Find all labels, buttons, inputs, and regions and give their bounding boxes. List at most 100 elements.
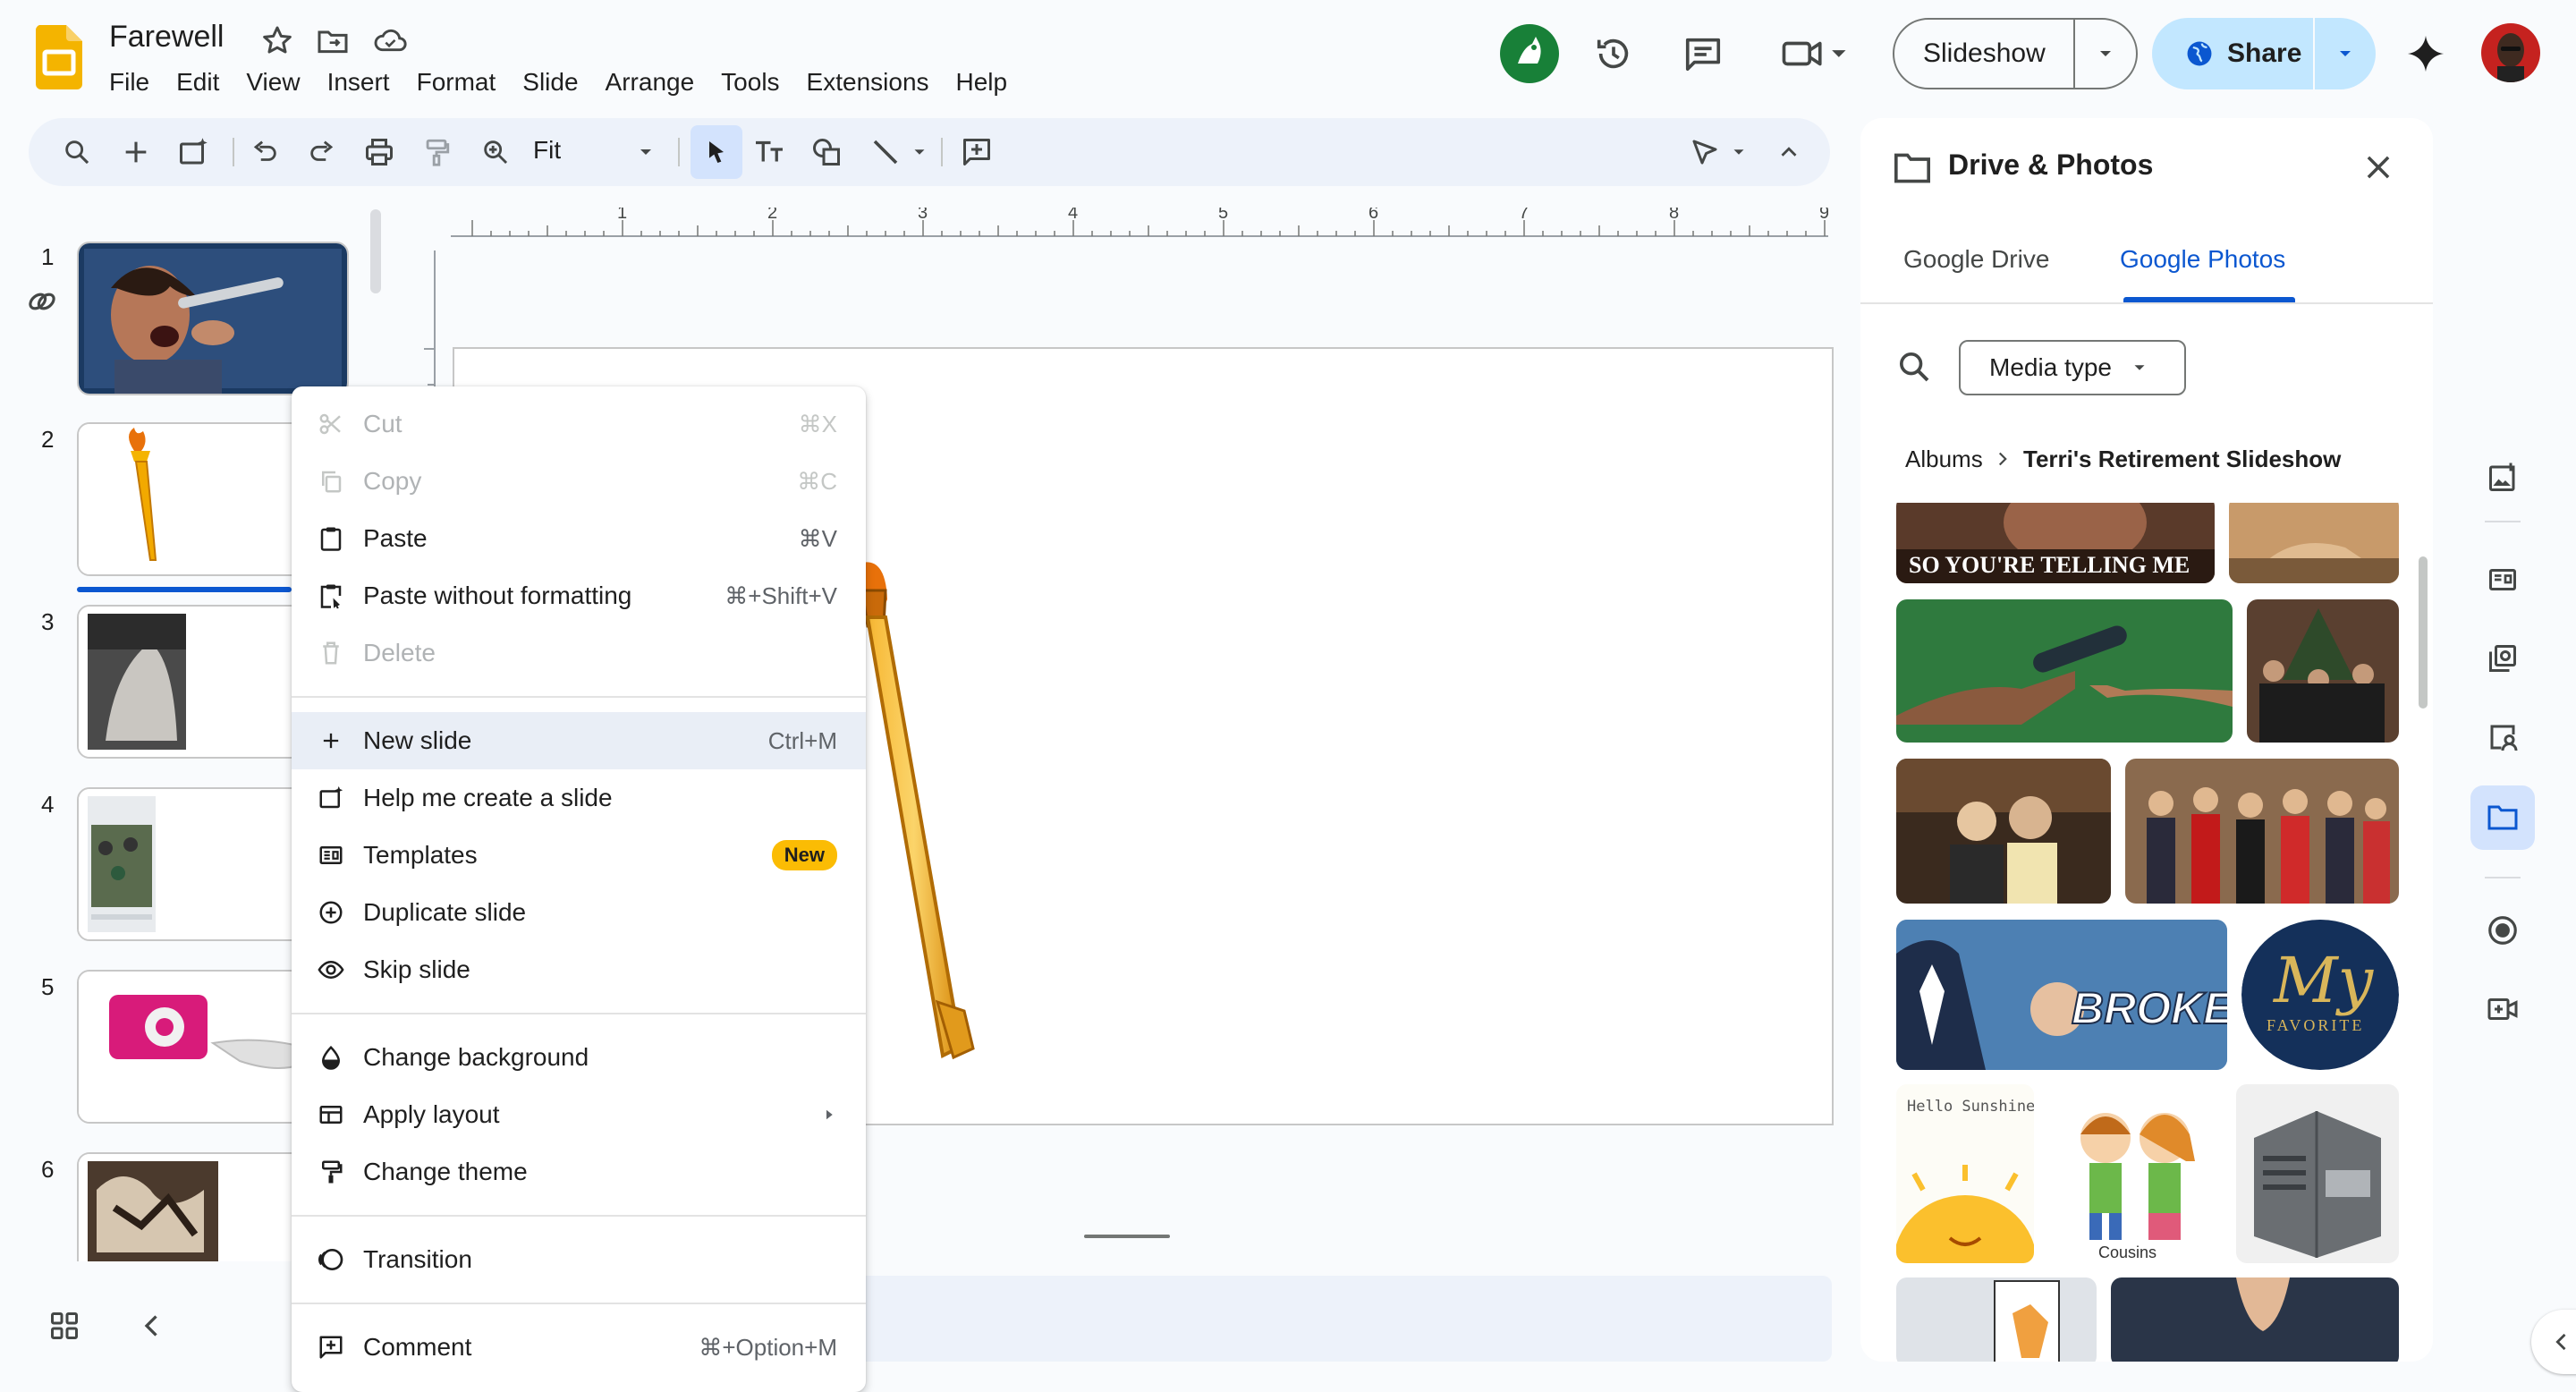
video-add-icon[interactable]: [2478, 984, 2528, 1034]
menu-item-skip-slide[interactable]: Skip slide: [292, 941, 866, 998]
menu-item-cut[interactable]: Cut ⌘X: [292, 395, 866, 453]
close-icon[interactable]: [2361, 150, 2395, 189]
tab-google-photos[interactable]: Google Photos: [2120, 245, 2285, 274]
menu-view[interactable]: View: [233, 64, 313, 100]
horizontal-ruler[interactable]: 1 2 3 4 5 6 7 8 9: [451, 208, 1828, 240]
photo-map[interactable]: [1896, 1277, 2097, 1362]
layers-icon[interactable]: [2478, 633, 2528, 683]
account-avatar[interactable]: [2481, 23, 2540, 82]
photo-group-party[interactable]: [2247, 599, 2399, 743]
line-icon[interactable]: [864, 131, 907, 174]
share-dropdown-icon[interactable]: [2315, 43, 2376, 64]
breadcrumb-albums[interactable]: Albums: [1905, 446, 1983, 473]
photo-telling-me[interactable]: SO YOU'RE TELLING ME: [1896, 503, 2215, 583]
menu-item-help-me-create[interactable]: Help me create a slide: [292, 769, 866, 827]
menu-insert[interactable]: Insert: [314, 64, 403, 100]
tab-google-drive[interactable]: Google Drive: [1903, 245, 2049, 274]
menu-arrange[interactable]: Arrange: [592, 64, 708, 100]
menu-edit[interactable]: Edit: [163, 64, 233, 100]
grid-view-icon[interactable]: [48, 1310, 80, 1346]
comments-icon[interactable]: [1678, 29, 1728, 79]
record-icon[interactable]: [2478, 905, 2528, 955]
photo-hello-sunshine[interactable]: Hello Sunshine!: [1896, 1084, 2034, 1263]
menu-item-shortcut: ⌘V: [798, 524, 837, 552]
search-icon[interactable]: [1896, 349, 1932, 389]
drive-photos-rail-icon[interactable]: [2470, 785, 2535, 850]
document-title[interactable]: Farewell: [109, 20, 224, 55]
move-to-folder-icon[interactable]: [315, 23, 351, 59]
photo-broker[interactable]: BROKER: [1896, 920, 2227, 1070]
menu-file[interactable]: File: [109, 64, 163, 100]
line-dropdown-icon[interactable]: [903, 131, 936, 174]
ai-new-slide-icon[interactable]: [172, 131, 215, 174]
print-icon[interactable]: [358, 131, 401, 174]
slideshow-label[interactable]: Slideshow: [1894, 20, 2075, 88]
menu-item-copy[interactable]: Copy ⌘C: [292, 453, 866, 510]
menu-item-change-background[interactable]: Change background: [292, 1029, 866, 1086]
photo-hand-dark[interactable]: [2111, 1277, 2399, 1362]
zoom-dropdown-icon[interactable]: [624, 131, 667, 174]
collapse-toolbar-icon[interactable]: [1767, 131, 1810, 174]
templates-rail-icon[interactable]: [2478, 555, 2528, 605]
menu-item-comment[interactable]: Comment ⌘+Option+M: [292, 1319, 866, 1376]
filmstrip-scrollbar[interactable]: [370, 209, 381, 293]
star-icon[interactable]: [259, 23, 295, 59]
photo-baton-pass[interactable]: [1896, 599, 2233, 743]
slideshow-button[interactable]: Slideshow: [1893, 18, 2138, 89]
new-slide-plus-icon[interactable]: [114, 131, 157, 174]
menu-item-new-slide[interactable]: New slide Ctrl+M: [292, 712, 866, 769]
media-type-filter[interactable]: Media type: [1959, 340, 2186, 395]
menu-item-paste-without-formatting[interactable]: Paste without formatting ⌘+Shift+V: [292, 567, 866, 624]
add-comment-icon[interactable]: [955, 131, 998, 174]
menu-item-label: Cut: [363, 410, 402, 437]
photo-group-people[interactable]: [2125, 759, 2399, 904]
photo-machine[interactable]: [2236, 1084, 2399, 1263]
zoom-icon[interactable]: [474, 131, 517, 174]
photo-my-favorite[interactable]: My FAVORITE: [2241, 920, 2399, 1070]
insert-image-icon[interactable]: [2478, 453, 2528, 503]
share-main[interactable]: Share: [2152, 18, 2315, 89]
menu-help[interactable]: Help: [943, 64, 1021, 100]
search-menus-icon[interactable]: [55, 131, 98, 174]
undo-icon[interactable]: [243, 131, 286, 174]
version-history-icon[interactable]: [1589, 29, 1639, 79]
menu-item-paste[interactable]: Paste ⌘V: [292, 510, 866, 567]
menu-item-transition[interactable]: Transition: [292, 1231, 866, 1288]
share-button[interactable]: Share: [2152, 18, 2376, 89]
slide-thumbnail-1[interactable]: [77, 242, 349, 395]
image-person-icon[interactable]: [2478, 712, 2528, 762]
cloud-saved-icon[interactable]: [372, 23, 408, 59]
expand-side-panel[interactable]: [2531, 1310, 2576, 1374]
menu-item-delete[interactable]: Delete: [292, 624, 866, 682]
menu-extensions[interactable]: Extensions: [793, 64, 943, 100]
paint-format-icon[interactable]: [415, 131, 458, 174]
photo-hands[interactable]: [2229, 503, 2399, 583]
notes-resize-handle[interactable]: [1084, 1235, 1170, 1238]
menu-format[interactable]: Format: [403, 64, 510, 100]
shape-icon[interactable]: [805, 131, 848, 174]
photo-cousins[interactable]: Cousins: [2048, 1084, 2222, 1263]
toolbar: Fit: [29, 118, 1830, 186]
gemini-sparkle-icon[interactable]: [2401, 29, 2451, 79]
photo-couple[interactable]: [1896, 759, 2111, 904]
collapse-filmstrip-icon[interactable]: [136, 1310, 168, 1346]
zoom-level[interactable]: Fit: [533, 136, 561, 165]
slides-logo[interactable]: [35, 25, 82, 89]
panel-scrollbar[interactable]: [2419, 556, 2428, 709]
menu-item-duplicate-slide[interactable]: Duplicate slide: [292, 884, 866, 941]
text-box-icon[interactable]: [748, 131, 791, 174]
slideshow-dropdown-icon[interactable]: [2075, 43, 2136, 64]
select-tool-icon[interactable]: [691, 125, 742, 179]
pen-dropdown-icon[interactable]: [1723, 131, 1755, 174]
menu-slide[interactable]: Slide: [509, 64, 591, 100]
menu-item-templates[interactable]: Templates New: [292, 827, 866, 884]
meet-call-icon[interactable]: [1775, 29, 1855, 79]
menu-item-apply-layout[interactable]: Apply layout: [292, 1086, 866, 1143]
pen-tool-icon[interactable]: [1683, 131, 1726, 174]
speaker-notes[interactable]: [852, 1276, 1832, 1362]
collaborator-avatar[interactable]: [1499, 23, 1560, 84]
ruler-tick-label: 5: [1218, 208, 1228, 223]
menu-item-change-theme[interactable]: Change theme: [292, 1143, 866, 1201]
menu-tools[interactable]: Tools: [708, 64, 792, 100]
redo-icon[interactable]: [301, 131, 343, 174]
